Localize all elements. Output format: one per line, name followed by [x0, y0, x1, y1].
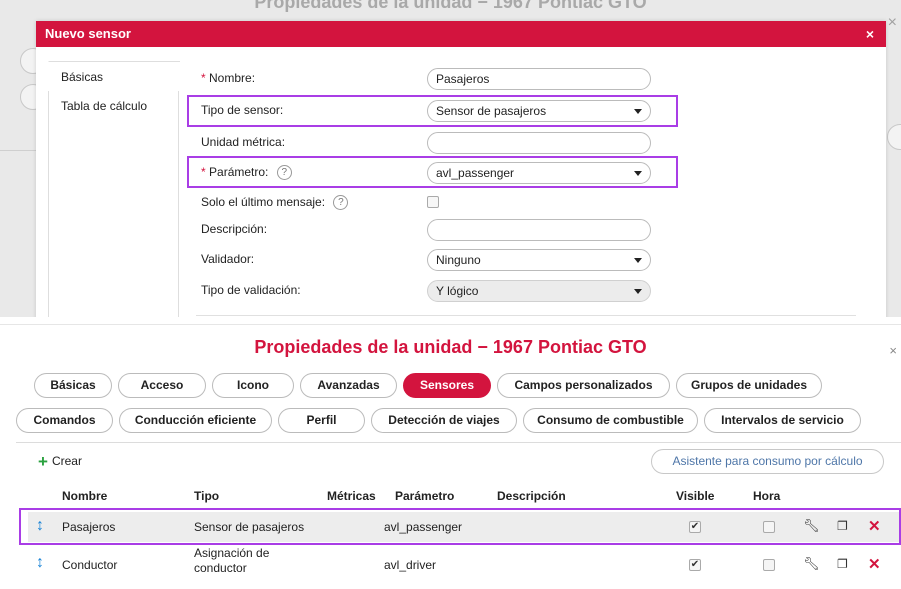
parameter-select[interactable]: avl_passenger: [427, 162, 651, 184]
wrench-icon[interactable]: 🔧︎: [803, 518, 820, 534]
fuel-consumption-wizard-button[interactable]: Asistente para consumo por cálculo: [651, 449, 884, 474]
last-message-checkbox[interactable]: [427, 196, 439, 208]
cell-parameter: avl_driver: [384, 558, 437, 572]
sensor-type-select[interactable]: Sensor de pasajeros: [427, 100, 651, 122]
create-button-label: Crear: [51, 454, 82, 468]
column-header-hora[interactable]: Hora: [753, 489, 780, 503]
column-header-visible[interactable]: Visible: [676, 489, 714, 503]
tab-campos-personalizados[interactable]: Campos personalizados: [497, 373, 670, 398]
dialog-title: Nuevo sensor: [45, 26, 131, 41]
sort-arrows-icon[interactable]: ↕: [36, 554, 44, 572]
background-divider: [0, 150, 36, 151]
sidebar-item-basicas[interactable]: Básicas: [48, 61, 180, 91]
unit-properties-panel: Propiedades de la unidad − 1967 Pontiac …: [0, 324, 901, 589]
parameter-label: * Parámetro: ?: [201, 160, 292, 184]
column-header-metricas[interactable]: Métricas: [327, 489, 376, 503]
delete-x-icon[interactable]: ✕: [868, 555, 881, 573]
tab-intervalos-de-servicio[interactable]: Intervalos de servicio: [704, 408, 861, 433]
last-message-label: Solo el último mensaje: ?: [201, 190, 349, 214]
dimmed-background: Propiedades de la unidad − 1967 Pontiac …: [0, 0, 901, 317]
background-tab-shape: [887, 124, 901, 150]
column-header-nombre[interactable]: Nombre: [62, 489, 107, 503]
close-icon[interactable]: ×: [889, 343, 897, 358]
cell-type: Sensor de pasajeros: [194, 520, 305, 534]
metric-unit-input[interactable]: [427, 132, 651, 154]
visible-checkbox[interactable]: ✔: [689, 521, 701, 533]
parameter-label-text: Parámetro:: [209, 165, 269, 179]
column-header-parametro[interactable]: Parámetro: [395, 489, 454, 503]
tab-sensores[interactable]: Sensores: [403, 373, 491, 398]
validation-type-label: Tipo de validación:: [201, 283, 301, 297]
tab-conduccion-eficiente[interactable]: Conducción eficiente: [119, 408, 272, 433]
delete-x-icon[interactable]: ✕: [868, 517, 881, 535]
tab-grupos-de-unidades[interactable]: Grupos de unidades: [676, 373, 822, 398]
tab-icono[interactable]: Icono: [212, 373, 294, 398]
tab-consumo-de-combustible[interactable]: Consumo de combustible: [523, 408, 698, 433]
cell-name: Pasajeros: [62, 520, 116, 534]
required-mark: *: [201, 71, 206, 85]
unit-properties-title: Propiedades de la unidad − 1967 Pontiac …: [254, 337, 647, 357]
copy-icon[interactable]: ❐: [837, 519, 848, 533]
sort-arrows-icon[interactable]: ↕: [36, 517, 44, 535]
name-label: * Nombre:: [201, 66, 255, 90]
dialog-divider: [196, 315, 856, 316]
tab-perfil[interactable]: Perfil: [278, 408, 365, 433]
column-header-tipo[interactable]: Tipo: [194, 489, 219, 503]
column-header-descripcion[interactable]: Descripción: [497, 489, 566, 503]
screen: Propiedades de la unidad − 1967 Pontiac …: [0, 0, 901, 589]
cell-type: Asignación de conductor: [194, 546, 270, 575]
cell-name: Conductor: [62, 558, 118, 572]
dialog-sidebar: Básicas Tabla de cálculo: [48, 61, 180, 317]
visible-checkbox[interactable]: ✔: [689, 559, 701, 571]
validation-type-select[interactable]: Y lógico: [427, 280, 651, 302]
help-icon[interactable]: ?: [276, 165, 292, 181]
time-checkbox[interactable]: [763, 559, 775, 571]
new-sensor-dialog: Nuevo sensor × Básicas Tabla de cálculo …: [36, 21, 886, 317]
plus-icon: +: [38, 452, 48, 471]
sidebar-item-tabla-de-calculo[interactable]: Tabla de cálculo: [49, 91, 178, 121]
wrench-icon[interactable]: 🔧︎: [803, 556, 820, 572]
tab-avanzadas[interactable]: Avanzadas: [300, 373, 397, 398]
validator-select[interactable]: Ninguno: [427, 249, 651, 271]
required-mark: *: [201, 165, 206, 179]
cell-parameter: avl_passenger: [384, 520, 463, 534]
tab-acceso[interactable]: Acceso: [118, 373, 206, 398]
name-input[interactable]: Pasajeros: [427, 68, 651, 90]
background-window-title: Propiedades de la unidad − 1967 Pontiac …: [254, 0, 647, 12]
tabs-divider: [16, 442, 901, 443]
name-label-text: Nombre:: [209, 71, 256, 85]
validator-label: Validador:: [201, 252, 255, 266]
dialog-header: Nuevo sensor ×: [36, 21, 886, 47]
background-close-icon[interactable]: ×: [888, 14, 897, 32]
tab-deteccion-de-viajes[interactable]: Detección de viajes: [371, 408, 517, 433]
metric-unit-label: Unidad métrica:: [201, 135, 286, 149]
help-icon[interactable]: ?: [333, 195, 349, 211]
copy-icon[interactable]: ❐: [837, 557, 848, 571]
last-message-label-text: Solo el último mensaje:: [201, 195, 326, 209]
description-input[interactable]: [427, 219, 651, 241]
description-label: Descripción:: [201, 222, 268, 236]
time-checkbox[interactable]: [763, 521, 775, 533]
tab-comandos[interactable]: Comandos: [16, 408, 113, 433]
create-button[interactable]: + Crear: [38, 452, 82, 472]
dialog-close-icon[interactable]: ×: [866, 21, 874, 47]
tab-basicas[interactable]: Básicas: [34, 373, 112, 398]
sensor-type-label: Tipo de sensor:: [201, 103, 284, 117]
